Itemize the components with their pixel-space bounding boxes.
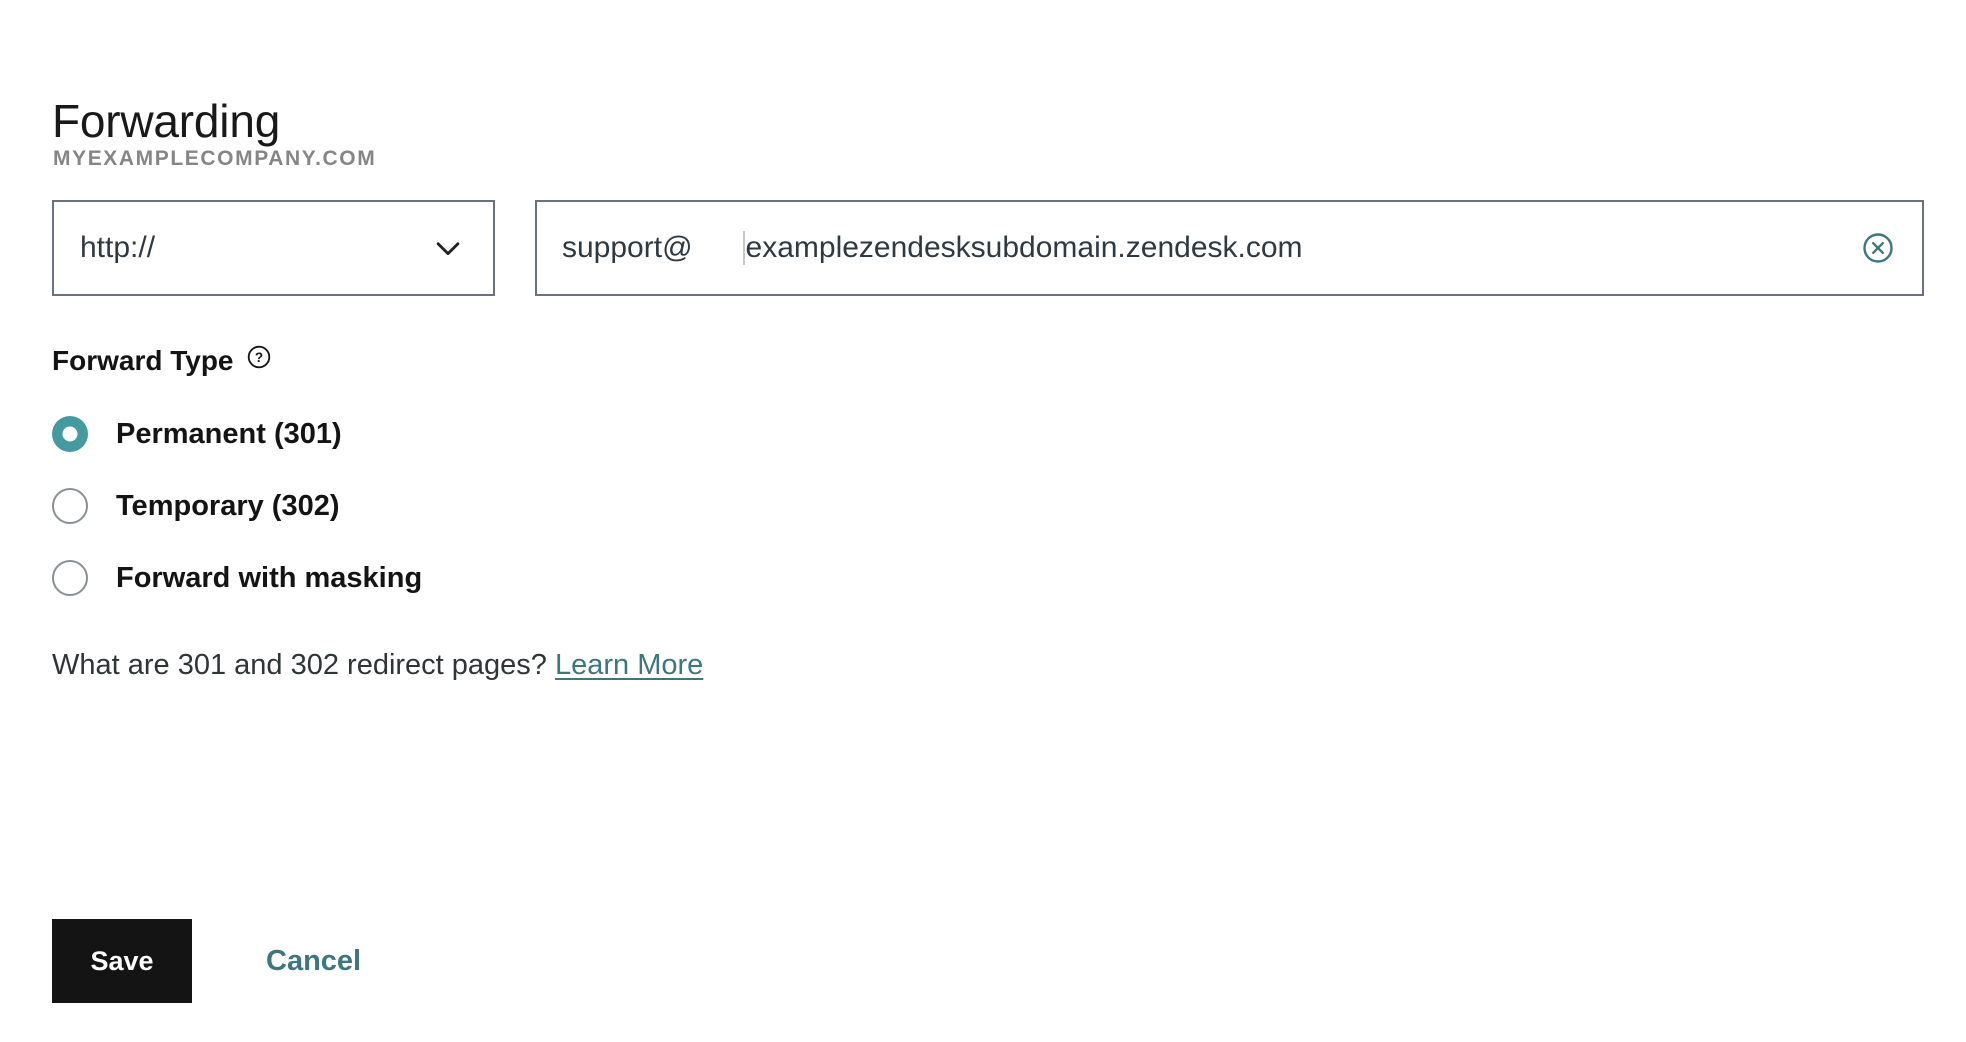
- radio-option-forward-with-masking[interactable]: Forward with masking: [52, 542, 752, 614]
- radio-option-temporary-302[interactable]: Temporary (302): [52, 470, 752, 542]
- forward-type-header: Forward Type ?: [52, 345, 272, 377]
- url-prefix-label: support@: [562, 231, 693, 264]
- chevron-down-icon: [431, 231, 465, 265]
- protocol-select[interactable]: http://: [52, 200, 495, 296]
- radio-mark: [52, 560, 88, 596]
- radio-option-permanent-301[interactable]: Permanent (301): [52, 398, 752, 470]
- radio-label: Temporary (302): [116, 489, 340, 522]
- helper-text: What are 301 and 302 redirect pages? Lea…: [52, 649, 703, 682]
- forward-type-radio-group: Permanent (301) Temporary (302) Forward …: [52, 398, 752, 614]
- circle-question-icon[interactable]: ?: [246, 344, 272, 370]
- radio-mark: [52, 488, 88, 524]
- radio-mark-selected: [52, 416, 88, 452]
- svg-text:?: ?: [254, 350, 262, 365]
- domain-subtitle: MYEXAMPLECOMPANY.COM: [53, 147, 377, 170]
- protocol-select-value: http://: [80, 231, 156, 264]
- form-actions: Save Cancel: [52, 919, 369, 1003]
- radio-label: Forward with masking: [116, 561, 423, 594]
- forwarding-settings-page: Forwarding MYEXAMPLECOMPANY.COM http:// …: [0, 0, 1966, 1042]
- text-cursor: [742, 231, 745, 265]
- save-button[interactable]: Save: [52, 919, 192, 1003]
- forward-type-label: Forward Type: [52, 345, 234, 376]
- circle-x-icon[interactable]: [1860, 230, 1896, 266]
- forward-url-input[interactable]: support@ examplezendesksubdomain.zendesk…: [535, 200, 1924, 296]
- cancel-button[interactable]: Cancel: [258, 919, 369, 1003]
- helper-question: What are 301 and 302 redirect pages?: [52, 649, 547, 681]
- forwarding-destination-row: http:// support@ examplezendesksubdomain…: [52, 200, 1924, 296]
- url-input-value: examplezendesksubdomain.zendesk.com: [745, 231, 1303, 264]
- page-title: Forwarding: [52, 94, 281, 147]
- learn-more-link[interactable]: Learn More: [555, 649, 703, 681]
- radio-label: Permanent (301): [116, 417, 342, 450]
